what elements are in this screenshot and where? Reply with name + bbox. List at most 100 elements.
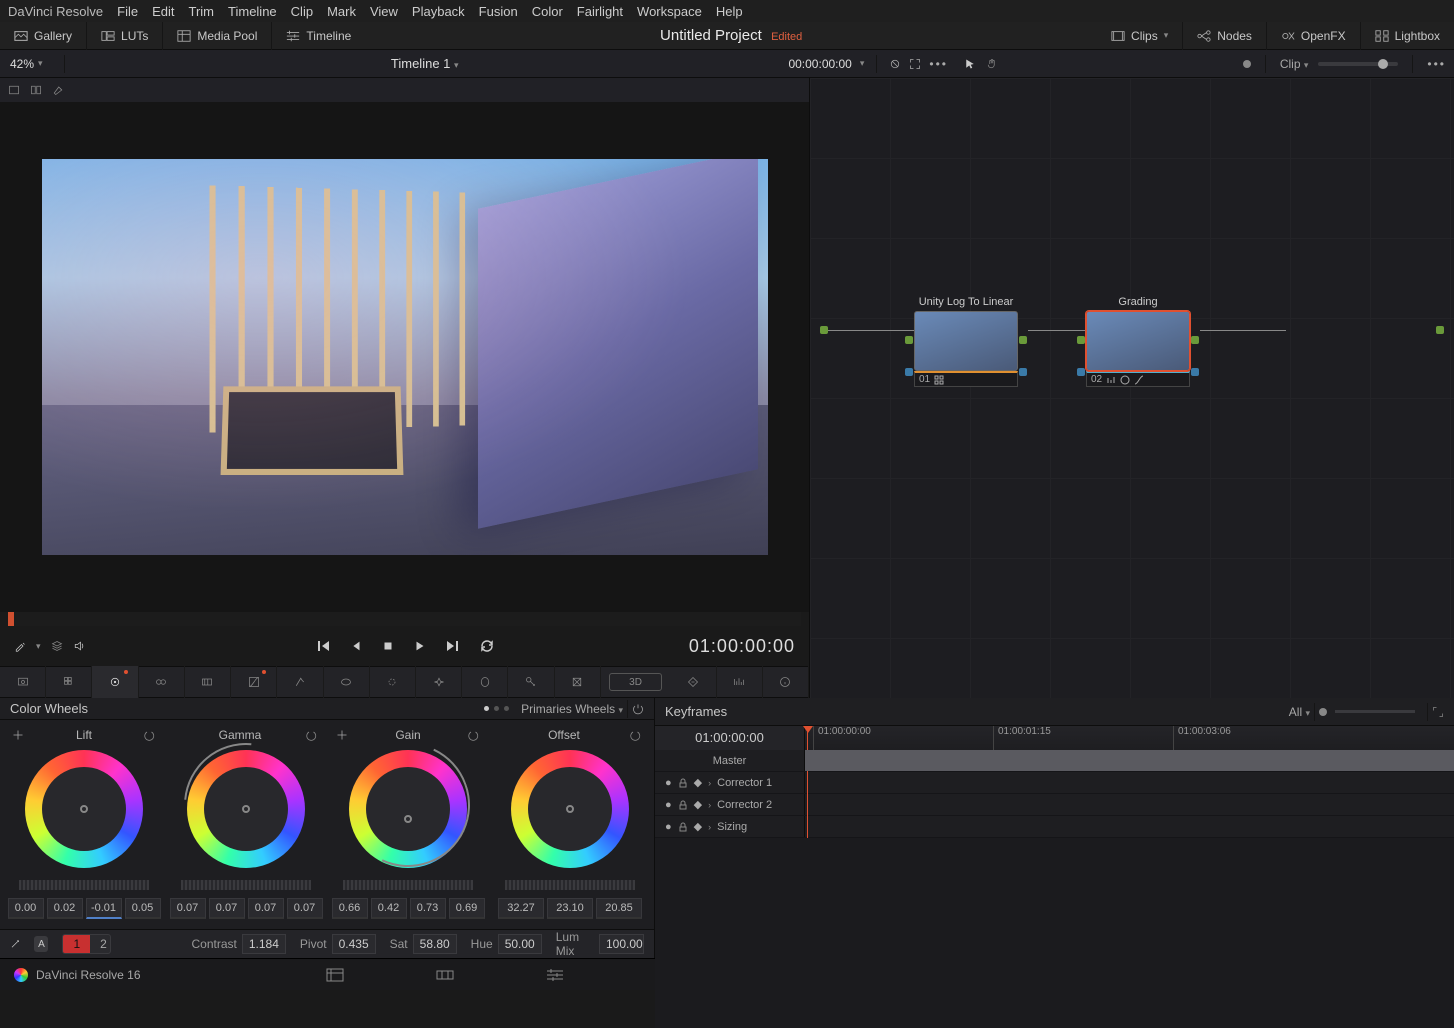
lock-icon[interactable] [678,778,688,788]
diamond-icon[interactable]: ◆ [694,798,702,811]
arrow-tool-icon[interactable] [964,58,976,70]
info-tool[interactable] [763,666,809,698]
reset-icon[interactable] [144,729,156,741]
stereo-3d-tool[interactable]: 3D [609,673,662,691]
diamond-icon[interactable]: ◆ [694,820,702,833]
lock-icon[interactable] [678,822,688,832]
gamma-g[interactable]: 0.07 [248,898,284,919]
chevron-right-icon[interactable]: › [708,800,711,810]
menu-file[interactable]: File [117,4,138,19]
chevron-right-icon[interactable]: › [708,778,711,788]
menu-timeline[interactable]: Timeline [228,4,277,19]
gain-lum[interactable]: 0.66 [332,898,368,919]
sizing-tool[interactable] [555,666,601,698]
rgb-mixer-tool[interactable] [185,666,231,698]
kf-filter-dropdown[interactable]: All ▾ [1289,705,1310,719]
zoom-dropdown[interactable]: 42%▾ [0,57,60,71]
graph-output-port[interactable] [1436,326,1444,334]
gamma-lum[interactable]: 0.07 [170,898,206,919]
kf-track-corrector1[interactable]: ●◆›Corrector 1 [655,772,1454,794]
menu-fairlight[interactable]: Fairlight [577,4,623,19]
lift-r[interactable]: 0.02 [47,898,83,919]
gain-r[interactable]: 0.42 [371,898,407,919]
offset-b[interactable]: 20.85 [596,898,642,919]
lift-b[interactable]: 0.05 [125,898,161,919]
contrast-value[interactable]: 1.184 [242,934,286,954]
wand-icon[interactable] [10,938,20,950]
loop-icon[interactable] [479,638,495,654]
image-wipe-icon[interactable] [8,84,20,96]
kf-ruler[interactable]: 01:00:00:00 01:00:01:15 01:00:03:06 [805,726,1454,750]
more-icon[interactable]: ••• [929,57,948,71]
kf-zoom-slider[interactable] [1335,710,1415,713]
gamma-r[interactable]: 0.07 [209,898,245,919]
diamond-icon[interactable]: ◆ [694,776,702,789]
color-match-tool[interactable] [46,666,92,698]
node-01[interactable]: Unity Log To Linear 01 [914,296,1018,387]
lift-jog[interactable] [19,880,149,890]
viewer[interactable] [0,102,809,612]
qualifier-tool[interactable] [324,666,370,698]
blur-tool[interactable] [462,666,508,698]
offset-r[interactable]: 32.27 [498,898,544,919]
gamma-b[interactable]: 0.07 [287,898,323,919]
chevron-right-icon[interactable]: › [708,822,711,832]
clip-mode-dropdown[interactable]: Clip ▾ [1280,57,1309,71]
nodes-button[interactable]: Nodes [1183,22,1267,50]
lift-lum[interactable]: 0.00 [8,898,44,919]
lummix-value[interactable]: 100.00 [599,934,644,954]
menu-view[interactable]: View [370,4,398,19]
menu-trim[interactable]: Trim [189,4,215,19]
menu-clip[interactable]: Clip [291,4,313,19]
gallery-button[interactable]: Gallery [0,22,87,50]
play-icon[interactable] [413,639,427,653]
lift-ring[interactable] [25,750,143,868]
primaries-tool[interactable] [92,666,138,698]
menu-color[interactable]: Color [532,4,563,19]
more-icon[interactable]: ••• [1427,57,1446,71]
scopes-tool[interactable] [717,666,763,698]
bypass-icon[interactable] [889,58,901,70]
media-page[interactable] [280,959,390,991]
menu-help[interactable]: Help [716,4,743,19]
node-zoom-slider[interactable] [1318,62,1398,66]
clips-button[interactable]: Clips ▾ [1097,22,1183,50]
primaries-mode-dropdown[interactable]: Primaries Wheels ▾ [521,702,623,716]
node-02[interactable]: Grading 02 [1086,296,1190,387]
luts-button[interactable]: LUTs [87,22,163,50]
highlight-icon[interactable] [52,84,64,96]
expand-icon[interactable] [909,58,921,70]
keyframe-diamond-tool[interactable] [670,666,716,698]
lock-icon[interactable] [678,800,688,810]
vis-dot[interactable]: ● [665,799,672,811]
picker-icon[interactable] [12,729,24,741]
hdr-tool[interactable] [139,666,185,698]
expand-kf-icon[interactable] [1432,706,1444,718]
gain-jog[interactable] [343,880,473,890]
mediapool-button[interactable]: Media Pool [163,22,272,50]
picker-icon[interactable] [14,640,26,652]
scrub-bar[interactable] [8,612,801,626]
vis-dot[interactable]: ● [665,821,672,833]
openfx-button[interactable]: OpenFX [1267,22,1361,50]
lift-g[interactable]: -0.01 [86,898,122,919]
picker-icon[interactable] [336,729,348,741]
playhead-marker[interactable] [8,612,14,626]
kf-track-corrector2[interactable]: ●◆›Corrector 2 [655,794,1454,816]
gamma-jog[interactable] [181,880,311,890]
menu-mark[interactable]: Mark [327,4,356,19]
page-tabs[interactable]: 12 [62,934,111,954]
audio-icon[interactable] [73,640,85,652]
kf-timecode[interactable]: 01:00:00:00 [655,726,805,750]
window-tool[interactable] [370,666,416,698]
key-tool[interactable] [508,666,554,698]
camera-raw-tool[interactable] [0,666,46,698]
offset-g[interactable]: 23.10 [547,898,593,919]
tracker-tool[interactable] [416,666,462,698]
menu-fusion[interactable]: Fusion [479,4,518,19]
menu-edit[interactable]: Edit [152,4,174,19]
reset-icon[interactable] [630,729,642,741]
timeline-tb-button[interactable]: Timeline [272,22,365,50]
edit-page[interactable] [500,959,610,991]
viewer-timecode[interactable]: 00:00:00:00 [788,57,851,71]
